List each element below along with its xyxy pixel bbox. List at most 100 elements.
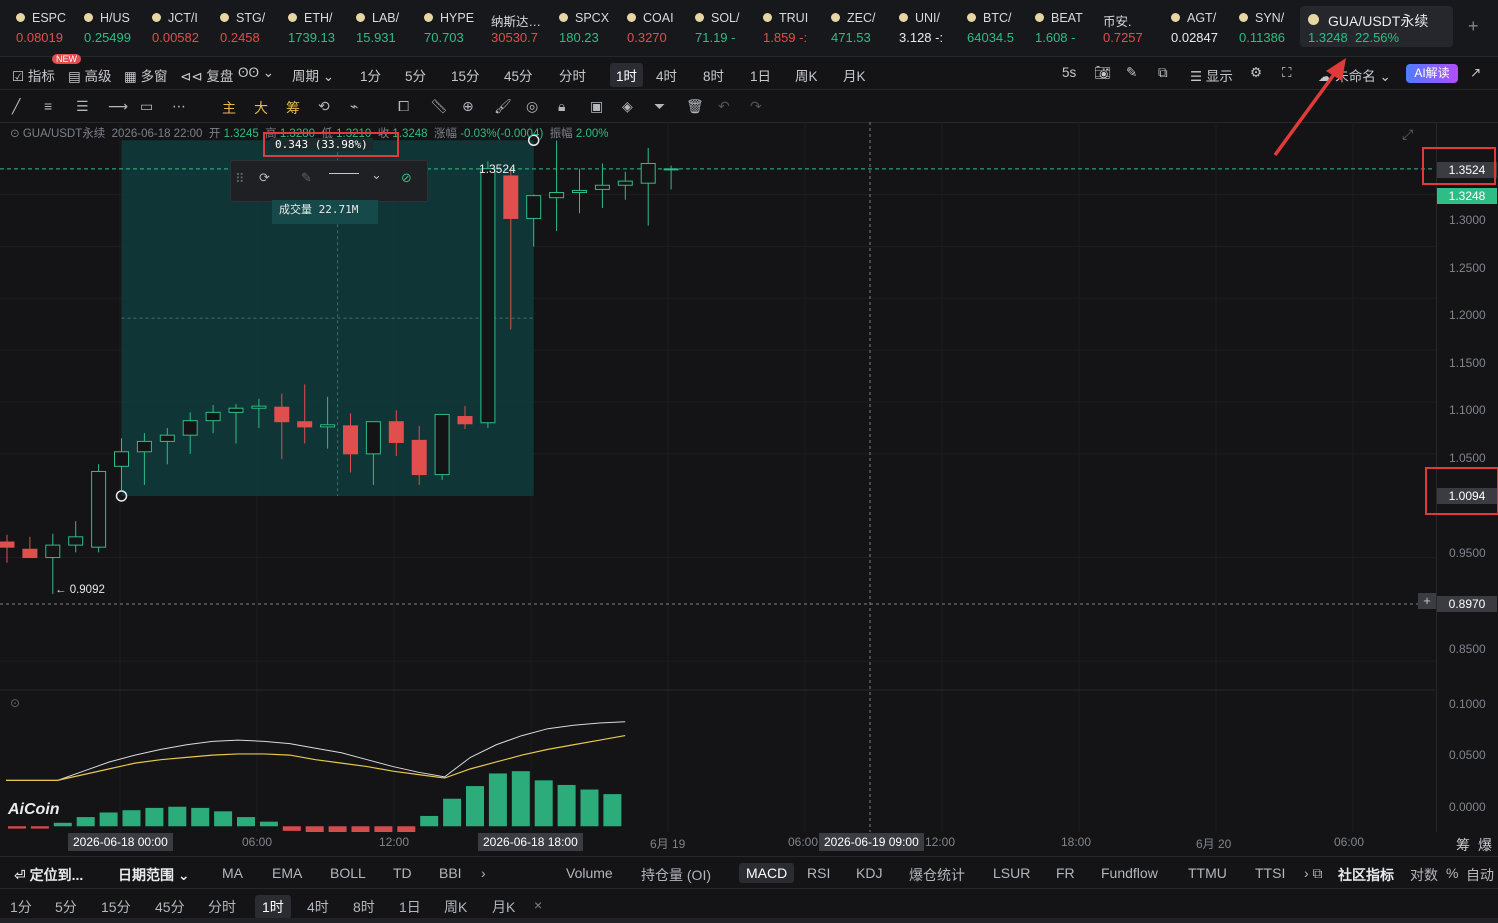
indicator-4[interactable]: BBI	[439, 865, 462, 881]
trend-line-icon[interactable]: ╱	[12, 98, 20, 115]
interval-6[interactable]: 4时	[656, 65, 677, 85]
interval-3[interactable]: 45分	[504, 65, 533, 85]
indicator-13[interactable]: Fundflow	[1101, 865, 1158, 881]
indicator-10[interactable]: 爆仓统计	[909, 865, 965, 885]
liquidation-toggle[interactable]: 爆	[1478, 835, 1492, 855]
filter-icon[interactable]: ⏷	[654, 98, 665, 115]
dot-line-icon[interactable]: ⋯	[172, 98, 186, 115]
hide-icon[interactable]: ◎	[526, 98, 538, 115]
interval-8[interactable]: 1日	[750, 65, 771, 85]
camera-icon[interactable]: 📷︎	[1094, 65, 1111, 81]
note-icon[interactable]: ▣	[590, 98, 603, 115]
interval-0[interactable]: 1分	[360, 65, 381, 85]
indicator-2[interactable]: BOLL	[330, 865, 366, 881]
indicator-5[interactable]: Volume	[566, 865, 613, 881]
big-button[interactable]: 大	[254, 98, 268, 118]
share-window-icon[interactable]: ⧉	[1158, 65, 1168, 81]
collapse-icon[interactable]: ⊙	[10, 128, 20, 140]
indicator-9[interactable]: KDJ	[856, 865, 882, 881]
undo-icon[interactable]: ↶	[718, 98, 730, 115]
link-icon[interactable]: ⊘	[401, 170, 412, 186]
price-chart[interactable]	[0, 122, 1435, 832]
indicator-button[interactable]: ☑ 指标	[12, 65, 55, 85]
lock-icon[interactable]: 🔒︎	[558, 98, 565, 115]
parallel-lines-icon[interactable]: ≡	[44, 98, 52, 114]
ai-analysis-button[interactable]: AI解读	[1406, 64, 1458, 83]
share-icon[interactable]: ↗	[1470, 65, 1481, 81]
sync-icon[interactable]: ⟲	[318, 98, 330, 115]
horizontal-lines-icon[interactable]: ☰	[76, 98, 89, 115]
locate-button[interactable]: ⏎ 定位到...	[14, 865, 83, 885]
edit-indicators-icon[interactable]: › ⧉	[1304, 865, 1323, 882]
multi-window-button[interactable]: ▦ 多窗	[124, 65, 168, 85]
date-range-dropdown[interactable]: 日期范围 ⌄	[118, 865, 190, 885]
line-style-icon[interactable]	[329, 173, 359, 174]
bottom-interval-5[interactable]: 1时	[255, 895, 291, 919]
bottom-interval-3[interactable]: 45分	[155, 897, 185, 917]
indicator-6[interactable]: 持仓量 (OI)	[641, 865, 711, 885]
period-dropdown[interactable]: 周期 ⌄	[292, 65, 334, 85]
chart-type-button[interactable]: ʘʘ ⌄	[238, 65, 274, 81]
interval-10[interactable]: 月K	[843, 65, 866, 85]
indicator-14[interactable]: TTMU	[1188, 865, 1227, 881]
indicator-11[interactable]: LSUR	[993, 865, 1030, 881]
interval-2[interactable]: 15分	[451, 65, 480, 85]
rectangle-icon[interactable]: ▭	[140, 98, 153, 115]
add-tab-icon[interactable]: +	[1468, 16, 1479, 37]
time-axis[interactable]: 2026-06-18 00:00 06:00 12:00 2026-06-18 …	[0, 832, 1435, 854]
bottom-interval-4[interactable]: 分时	[208, 897, 236, 917]
chips-toggle[interactable]: 筹	[1456, 835, 1470, 855]
pen-icon[interactable]: ✎	[1126, 65, 1137, 81]
more-indicators-icon[interactable]: ›	[481, 865, 486, 881]
community-indicators-button[interactable]: 社区指标	[1338, 865, 1394, 885]
bottom-interval-0[interactable]: 1分	[10, 897, 32, 917]
replay-button[interactable]: ⊲⊲ 复盘	[180, 65, 233, 85]
interval-9[interactable]: 周K	[795, 65, 818, 85]
redo-icon[interactable]: ↷	[750, 98, 762, 115]
display-button[interactable]: ☰ 显示	[1190, 65, 1233, 85]
trash-icon[interactable]: 🗑︎	[686, 98, 704, 115]
brush-icon[interactable]: 🖌︎	[494, 98, 512, 115]
maximize-icon[interactable]: ⤢	[1402, 126, 1413, 143]
main-chart-button[interactable]: 主	[222, 98, 236, 118]
refresh-rate[interactable]: 5s	[1062, 65, 1076, 80]
indicator-1[interactable]: EMA	[272, 865, 302, 881]
horizontal-ray-icon[interactable]: ⟶	[108, 98, 128, 115]
indicator-7[interactable]: MACD	[739, 863, 795, 883]
bottom-interval-2[interactable]: 15分	[101, 897, 131, 917]
indicator-15[interactable]: TTSI	[1255, 865, 1285, 881]
bottom-scrollbar[interactable]	[0, 918, 1498, 923]
indicator-3[interactable]: TD	[393, 865, 412, 881]
indicator-0[interactable]: MA	[222, 865, 243, 881]
zoom-icon[interactable]: ⊕	[462, 98, 474, 115]
interval-5[interactable]: 1时	[610, 63, 644, 87]
indicator-8[interactable]: RSI	[807, 865, 830, 881]
bookmark-icon[interactable]: ⧠	[398, 98, 409, 115]
expand-panel-icon[interactable]: ⊙	[10, 696, 20, 710]
interval-1[interactable]: 5分	[405, 65, 426, 85]
interval-7[interactable]: 8时	[703, 65, 724, 85]
template-icon[interactable]: ⟳	[259, 170, 270, 186]
bottom-interval-6[interactable]: 4时	[307, 897, 329, 917]
magnet-icon[interactable]: ⌁	[350, 98, 358, 115]
chips-button[interactable]: 筹	[286, 98, 300, 118]
bottom-interval-1[interactable]: 5分	[55, 897, 77, 917]
add-alert-icon[interactable]: +	[1418, 593, 1436, 609]
layers-icon[interactable]: ◈	[622, 98, 633, 115]
percent-scale-toggle[interactable]: %	[1446, 865, 1458, 881]
bottom-interval-10[interactable]: 月K	[492, 897, 515, 917]
drag-handle-icon[interactable]: ⠿	[235, 171, 245, 187]
bottom-interval-7[interactable]: 8时	[353, 897, 375, 917]
auto-scale-toggle[interactable]: 自动	[1466, 865, 1494, 885]
indicator-12[interactable]: FR	[1056, 865, 1075, 881]
bottom-interval-8[interactable]: 1日	[399, 897, 421, 917]
chevron-down-icon[interactable]: ⌄	[371, 167, 382, 183]
close-icon[interactable]: ×	[534, 897, 542, 913]
log-scale-toggle[interactable]: 对数	[1410, 865, 1438, 885]
active-ticker-tab[interactable]: GUA/USDT永续 1.3248 22.56%	[1300, 6, 1453, 47]
advanced-button[interactable]: ▤ 高级	[68, 65, 112, 85]
ruler-icon[interactable]: 📏︎	[430, 98, 448, 115]
edit-icon[interactable]: ✎	[301, 170, 312, 186]
interval-4[interactable]: 分时	[559, 65, 586, 85]
bottom-interval-9[interactable]: 周K	[444, 897, 467, 917]
